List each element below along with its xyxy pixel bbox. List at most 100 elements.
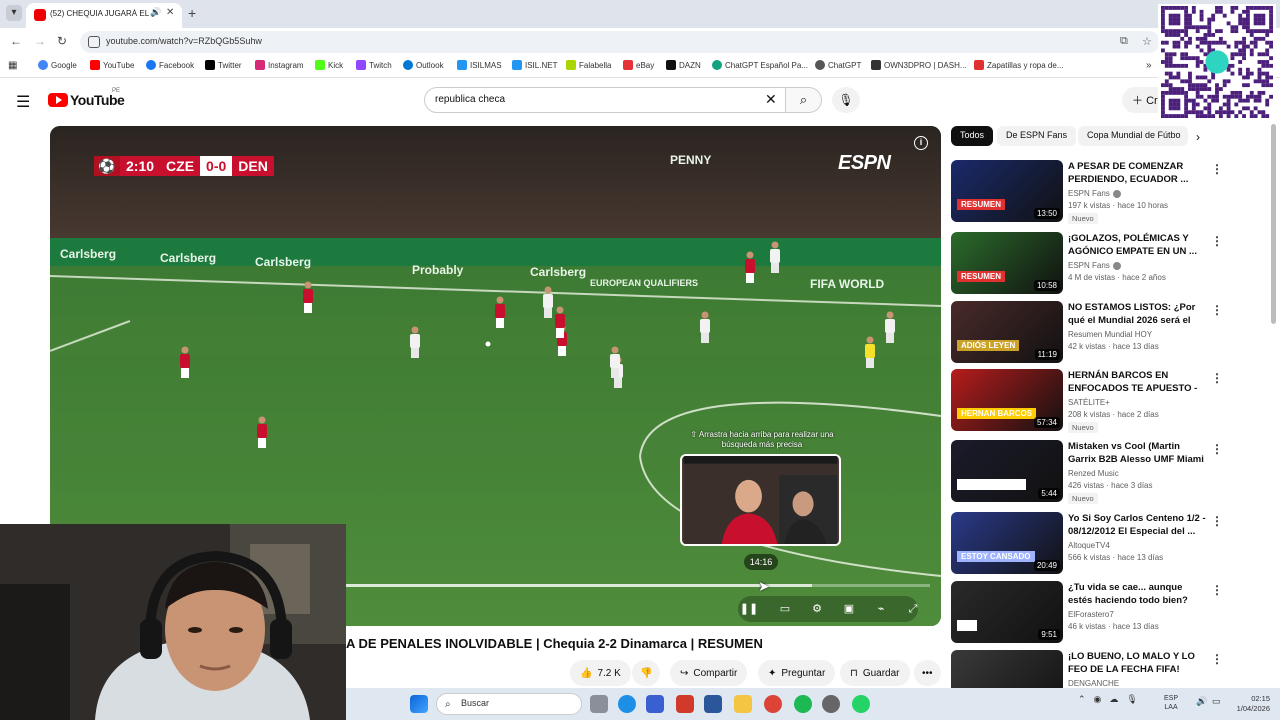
whatsapp-icon[interactable] [852, 695, 870, 713]
bookmark-twitter[interactable]: Twitter [205, 60, 242, 70]
youtube-logo[interactable]: YouTube [48, 92, 125, 108]
video-thumbnail[interactable]: COOL MISTAKE 5:44 [951, 440, 1063, 502]
bookmark-zapatillas[interactable]: Zapatillas y ropa de... [974, 60, 1063, 70]
recommendation-item[interactable]: ESTOY CANSADO 20:49 Yo Si Soy Carlos Cente… [951, 512, 1223, 576]
windows-start-icon[interactable] [410, 695, 428, 713]
recommendation-title[interactable]: NO ESTAMOS LISTOS: ¿Por qué el Mundial 2… [1068, 301, 1206, 327]
bookmark-outlook[interactable]: Outlook [403, 60, 444, 70]
chip-espn-fans[interactable]: De ESPN Fans [997, 126, 1077, 146]
video-thumbnail[interactable]: ESTOY CANSADO 20:49 [951, 512, 1063, 574]
channel-name[interactable]: ElForastero7 [1068, 610, 1114, 619]
recommendation-title[interactable]: Yo Si Soy Carlos Centeno 1/2 - 08/12/201… [1068, 512, 1206, 538]
search-button[interactable]: ⌕ [786, 87, 822, 113]
channel-name[interactable]: ESPN Fans [1068, 261, 1121, 270]
recommendation-title[interactable]: Mistaken vs Cool (Martin Garrix B2B Ales… [1068, 440, 1206, 466]
recommendation-item[interactable]: HERNAN BARCOS 57:34 HERNÁN BARCOS EN ENFOC… [951, 369, 1223, 433]
pause-icon[interactable]: ❚❚ [738, 600, 760, 618]
chip-todos[interactable]: Todos [951, 126, 994, 146]
recommendation-item[interactable]: RESUMEN 10:58 ¡GOLAZOS, POLÉMICAS Y AGÓNIC… [951, 232, 1223, 296]
bookmark-chatgpt[interactable]: ChatGPT [815, 60, 861, 70]
more-vertical-icon[interactable]: ⋮ [1211, 162, 1223, 176]
edge-icon[interactable] [618, 695, 636, 713]
more-vertical-icon[interactable]: ⋮ [1211, 442, 1223, 456]
dislike-button[interactable]: 👎 [632, 660, 661, 686]
bookmark-star-icon[interactable]: ☆ [1142, 35, 1152, 48]
taskbar-clock[interactable]: 02:15 1/04/2026 [1226, 694, 1270, 714]
channel-name[interactable]: Resumen Mundial HOY [1068, 330, 1152, 339]
app-tray-icon[interactable]: ◉ [1094, 694, 1102, 705]
chevron-up-icon[interactable]: ⌃ [1078, 694, 1086, 705]
more-actions-button[interactable]: ••• [914, 660, 941, 686]
page-scrollbar[interactable] [1271, 124, 1276, 324]
recommendation-item[interactable]: ADIÓS LEYEN 11:19 NO ESTAMOS LISTOS: ¿Por … [951, 301, 1223, 365]
channel-name[interactable]: AltoqueTV4 [1068, 541, 1110, 550]
address-bar[interactable]: youtube.com/watch?v=RZbQGb5Suhw ⧉ ☆ [80, 31, 1160, 53]
obs-icon[interactable] [822, 695, 840, 713]
apps-grid-icon[interactable]: ▦ [8, 60, 17, 71]
file-explorer-icon[interactable] [734, 695, 752, 713]
forward-icon[interactable]: → [34, 34, 46, 48]
more-vertical-icon[interactable]: ⋮ [1211, 371, 1223, 385]
bookmark-kick[interactable]: Kick [315, 60, 343, 70]
video-thumbnail[interactable]: ADIÓS LEYEN 11:19 [951, 301, 1063, 363]
more-vertical-icon[interactable]: ⋮ [1211, 234, 1223, 248]
volume-icon[interactable]: 🔊 [1196, 696, 1207, 707]
more-vertical-icon[interactable]: ⋮ [1211, 652, 1223, 666]
microphone-icon[interactable]: 🎙 [1126, 694, 1137, 705]
install-app-icon[interactable]: ⧉ [1120, 35, 1128, 48]
progress-bar[interactable] [340, 584, 930, 587]
channel-name[interactable]: ESPN Fans [1068, 189, 1121, 198]
bookmark-facebook[interactable]: Facebook [146, 60, 194, 70]
channel-name[interactable]: SATÉLITE+ [1068, 398, 1110, 407]
like-button[interactable]: 👍 7.2 K [570, 660, 631, 686]
info-icon[interactable]: i [914, 136, 928, 150]
recommendation-item[interactable]: 2-2 9:51 ¿Tu vida se cae... aunque estés h… [951, 581, 1223, 645]
task-view-icon[interactable] [590, 695, 608, 713]
tab-close-icon[interactable]: ✕ [166, 7, 174, 18]
clear-search-icon[interactable]: ✕ [765, 91, 777, 108]
bookmark-isil-net[interactable]: ISIL.NET [512, 60, 557, 70]
hamburger-menu-icon[interactable]: ☰ [16, 92, 30, 112]
more-vertical-icon[interactable]: ⋮ [1211, 303, 1223, 317]
bookmark-ebay[interactable]: eBay [623, 60, 654, 70]
store-icon[interactable] [646, 695, 664, 713]
bookmark-instagram[interactable]: Instagram [255, 60, 304, 70]
bookmark-youtube[interactable]: YouTube [90, 60, 134, 70]
bookmark-google[interactable]: Google [38, 60, 77, 70]
tab-search-icon[interactable]: ▾ [6, 5, 22, 21]
browser-tab-active[interactable]: (52) CHEQUIA JUGARÁ EL M 🔊 ✕ [26, 3, 182, 28]
video-thumbnail[interactable]: RESUMEN 13:50 [951, 160, 1063, 222]
fullscreen-icon[interactable]: ⤢ [902, 600, 924, 618]
video-thumbnail[interactable]: HERNAN BARCOS 57:34 [951, 369, 1063, 431]
recommendation-item[interactable]: COOL MISTAKE 5:44 Mistaken vs Cool (Martin… [951, 440, 1223, 504]
save-button[interactable]: ⊓ Guardar [840, 660, 910, 686]
url-text[interactable]: youtube.com/watch?v=RZbQGb5Suhw [106, 36, 262, 46]
cloud-icon[interactable]: ☁ [1109, 694, 1118, 705]
recommendation-title[interactable]: HERNÁN BARCOS EN ENFOCADOS TE APUESTO - … [1068, 369, 1206, 395]
subtitles-icon[interactable]: ▭ [774, 600, 796, 618]
search-input[interactable] [435, 94, 735, 105]
bookmark-falabella[interactable]: Falabella [566, 60, 611, 70]
recommendation-title[interactable]: ¿Tu vida se cae... aunque estés haciendo… [1068, 581, 1206, 607]
recommendation-title[interactable]: A PESAR DE COMENZAR PERDIENDO, ECUADOR .… [1068, 160, 1206, 186]
word-icon[interactable] [704, 695, 722, 713]
theater-mode-icon[interactable]: ▣ [838, 600, 860, 618]
recommendation-title[interactable]: ¡LO BUENO, LO MALO Y LO FEO DE LA FECHA … [1068, 650, 1206, 676]
bookmark-chatgpt-es[interactable]: ChatGPT Español Pa... [712, 60, 808, 70]
chrome-icon[interactable] [764, 695, 782, 713]
more-bookmarks-icon[interactable]: » [1146, 60, 1152, 71]
spotify-icon[interactable] [794, 695, 812, 713]
video-thumbnail[interactable]: 2-2 9:51 [951, 581, 1063, 643]
recommendation-title[interactable]: ¡GOLAZOS, POLÉMICAS Y AGÓNICO EMPATE EN … [1068, 232, 1206, 258]
site-info-icon[interactable] [88, 36, 100, 48]
settings-gear-icon[interactable]: ⚙ [806, 600, 828, 618]
recommendation-item[interactable]: RESUMEN 13:50 A PESAR DE COMENZAR PERDIEND… [951, 160, 1223, 224]
more-vertical-icon[interactable]: ⋮ [1211, 514, 1223, 528]
taskbar-search[interactable]: ⌕ Buscar [436, 693, 582, 715]
channel-name[interactable]: Renzed Music [1068, 469, 1119, 478]
input-language[interactable]: ESP LAA [1164, 694, 1178, 712]
ask-button[interactable]: ✦ Preguntar [758, 660, 836, 686]
channel-name[interactable]: DENGANCHE [1068, 679, 1119, 688]
more-vertical-icon[interactable]: ⋮ [1211, 583, 1223, 597]
share-button[interactable]: ↪ Compartir [670, 660, 748, 686]
